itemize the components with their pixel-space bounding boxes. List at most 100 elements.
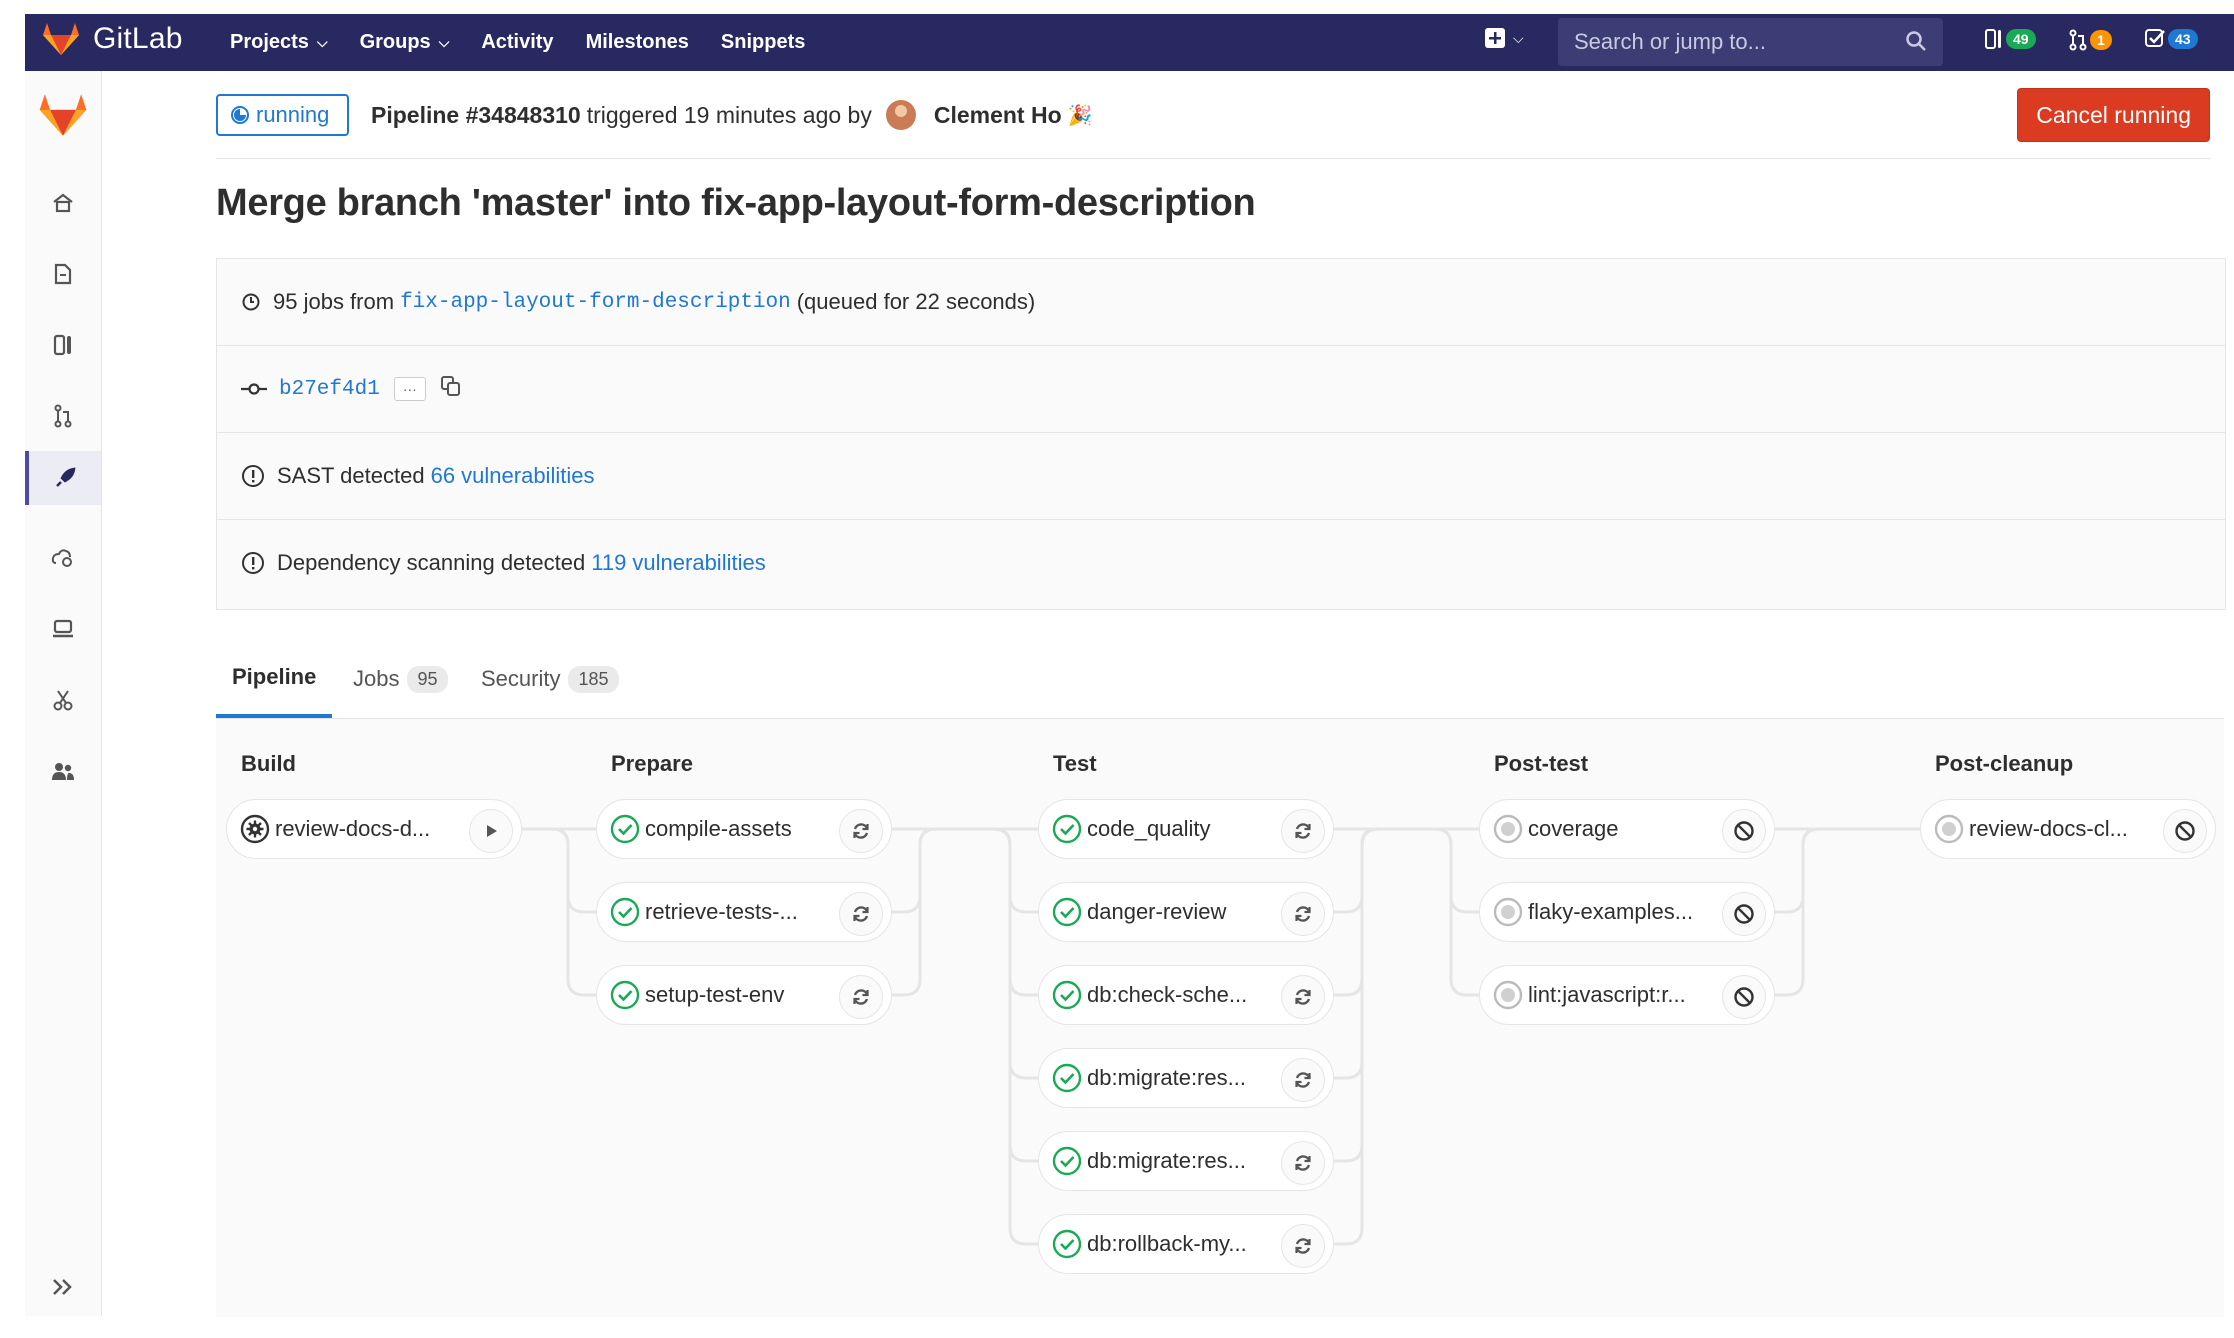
collapse-sidebar-button[interactable] bbox=[25, 1277, 101, 1302]
job-status-badge bbox=[1052, 897, 1082, 927]
environments-icon bbox=[53, 619, 73, 638]
job-retry-button[interactable] bbox=[1281, 1224, 1325, 1268]
sidebar-item-members[interactable] bbox=[25, 744, 101, 798]
search-bar[interactable] bbox=[1558, 18, 1943, 66]
todos-counter[interactable]: 43 bbox=[2145, 29, 2198, 49]
nav-projects[interactable]: Projects ⌵ bbox=[230, 31, 328, 54]
stage-title: Post-test bbox=[1494, 751, 1589, 776]
tab-jobs-count: 95 bbox=[407, 665, 448, 693]
sidebar-item-environments[interactable] bbox=[25, 602, 101, 656]
job-item[interactable]: db:migrate:res... bbox=[1038, 1048, 1334, 1108]
branch-link[interactable]: fix-app-layout-form-description bbox=[400, 291, 791, 314]
issues-counter[interactable]: 49 bbox=[1985, 29, 2036, 49]
gitlab-logo[interactable]: GitLab bbox=[43, 22, 183, 56]
job-retry-button[interactable] bbox=[1281, 809, 1325, 853]
job-status-badge bbox=[1052, 980, 1082, 1010]
sidebar-item-operations[interactable] bbox=[25, 531, 101, 585]
nav-activity[interactable]: Activity bbox=[481, 31, 553, 54]
dependency-scanning-row: Dependency scanning detected 119 vulnera… bbox=[217, 520, 2225, 606]
issues-count-badge: 49 bbox=[2006, 29, 2036, 49]
search-input[interactable] bbox=[1572, 28, 1896, 56]
job-item[interactable]: retrieve-tests-... bbox=[596, 882, 892, 942]
connector-line bbox=[1775, 827, 1820, 914]
connector-line bbox=[551, 827, 596, 914]
cancel-icon bbox=[2175, 821, 2195, 841]
repository-icon bbox=[54, 263, 72, 285]
job-item[interactable]: code_quality bbox=[1038, 799, 1334, 859]
job-item[interactable]: db:check-sche... bbox=[1038, 965, 1334, 1025]
job-play-button[interactable] bbox=[469, 809, 513, 853]
job-name: db:rollback-my... bbox=[1087, 1231, 1247, 1256]
sidebar-item-project[interactable] bbox=[25, 176, 101, 230]
job-item[interactable]: db:migrate:res... bbox=[1038, 1131, 1334, 1191]
job-name: coverage bbox=[1528, 816, 1619, 841]
dependency-vulnerabilities-link[interactable]: 119 vulnerabilities bbox=[591, 550, 765, 576]
project-sidebar bbox=[25, 71, 102, 1316]
sidebar-item-repository[interactable] bbox=[25, 247, 101, 301]
jobs-count-text: 95 jobs from bbox=[273, 289, 395, 314]
copy-commit-sha-button[interactable] bbox=[440, 375, 462, 403]
merge-requests-counter[interactable]: 1 bbox=[2069, 29, 2112, 51]
status-label: running bbox=[256, 102, 330, 127]
job-item[interactable]: lint:javascript:r... bbox=[1479, 965, 1775, 1025]
job-item[interactable]: danger-review bbox=[1038, 882, 1334, 942]
job-item[interactable]: review-docs-cl... bbox=[1920, 799, 2216, 859]
running-status-icon bbox=[231, 106, 249, 124]
job-item[interactable]: setup-test-env bbox=[596, 965, 892, 1025]
cancel-running-button[interactable]: Cancel running bbox=[2017, 88, 2210, 142]
created-status-icon bbox=[1493, 980, 1523, 1010]
manual-status-icon bbox=[240, 814, 270, 844]
job-retry-button[interactable] bbox=[839, 975, 883, 1019]
tab-security-label: Security bbox=[481, 666, 561, 691]
job-cancel-button[interactable] bbox=[1722, 892, 1766, 936]
expand-commit-message-button[interactable]: ··· bbox=[393, 377, 426, 401]
sidebar-item-merge-requests[interactable] bbox=[25, 389, 101, 443]
job-name: danger-review bbox=[1087, 899, 1227, 924]
job-retry-button[interactable] bbox=[1281, 975, 1325, 1019]
success-status-icon bbox=[1052, 814, 1082, 844]
job-name: compile-assets bbox=[645, 816, 792, 841]
job-cancel-button[interactable] bbox=[2163, 809, 2207, 853]
retry-icon bbox=[1295, 1072, 1311, 1088]
nav-milestones[interactable]: Milestones bbox=[586, 31, 689, 54]
job-item[interactable]: compile-assets bbox=[596, 799, 892, 859]
new-dropdown-button[interactable]: ⌵ bbox=[1485, 28, 1524, 48]
job-name: retrieve-tests-... bbox=[645, 899, 798, 924]
status-badge[interactable]: running bbox=[216, 94, 350, 136]
job-retry-button[interactable] bbox=[839, 809, 883, 853]
sast-vulnerabilities-link[interactable]: 66 vulnerabilities bbox=[431, 463, 595, 489]
job-item[interactable]: db:rollback-my... bbox=[1038, 1214, 1334, 1274]
job-name: db:check-sche... bbox=[1087, 982, 1248, 1007]
chevron-down-icon: ⌵ bbox=[438, 34, 450, 50]
job-retry-button[interactable] bbox=[1281, 1058, 1325, 1102]
tab-pipeline[interactable]: Pipeline bbox=[216, 640, 333, 718]
project-avatar[interactable] bbox=[39, 93, 87, 142]
success-status-icon bbox=[1052, 1229, 1082, 1259]
queued-text: (queued for 22 seconds) bbox=[796, 289, 1036, 314]
user-name[interactable]: Clement Ho bbox=[934, 102, 1062, 129]
job-name: code_quality bbox=[1087, 816, 1211, 841]
job-cancel-button[interactable] bbox=[1722, 975, 1766, 1019]
user-avatar[interactable] bbox=[885, 100, 916, 130]
success-status-icon bbox=[610, 980, 640, 1010]
connector-line bbox=[993, 827, 1038, 1080]
tab-jobs[interactable]: Jobs 95 bbox=[353, 640, 448, 718]
job-item[interactable]: coverage bbox=[1479, 799, 1775, 859]
nav-snippets[interactable]: Snippets bbox=[721, 31, 805, 54]
commit-sha-link[interactable]: b27ef4d1 bbox=[279, 378, 380, 401]
job-item[interactable]: flaky-examples... bbox=[1479, 882, 1775, 942]
job-cancel-button[interactable] bbox=[1722, 809, 1766, 853]
cancel-icon bbox=[1734, 904, 1754, 924]
nav-groups[interactable]: Groups ⌵ bbox=[360, 31, 450, 54]
job-retry-button[interactable] bbox=[1281, 1141, 1325, 1185]
sidebar-item-issues[interactable] bbox=[25, 318, 101, 372]
copy-icon bbox=[440, 376, 460, 396]
job-retry-button[interactable] bbox=[839, 892, 883, 936]
tab-security[interactable]: Security 185 bbox=[481, 640, 619, 718]
sidebar-item-ci-cd[interactable] bbox=[25, 451, 101, 505]
job-retry-button[interactable] bbox=[1281, 892, 1325, 936]
dependency-scanning-text: Dependency scanning detected bbox=[277, 550, 586, 575]
main-nav: Projects ⌵ Groups ⌵ Activity Milestones Sn… bbox=[230, 14, 837, 71]
job-item[interactable]: review-docs-d... bbox=[226, 799, 522, 859]
sidebar-item-snippets[interactable] bbox=[25, 673, 101, 727]
